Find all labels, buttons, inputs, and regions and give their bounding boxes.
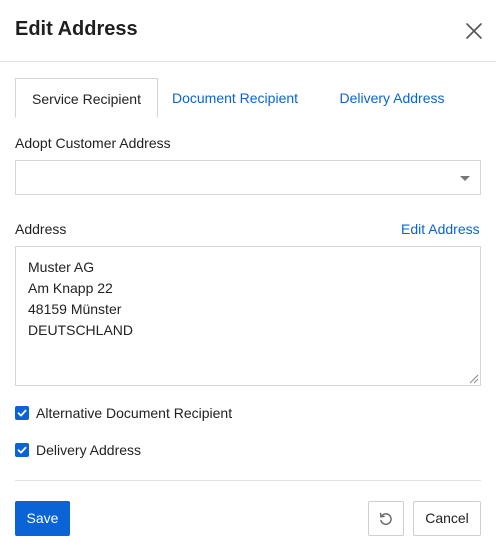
cancel-button[interactable]: Cancel — [413, 501, 481, 536]
address-line: Muster AG — [28, 259, 95, 275]
close-icon — [466, 23, 482, 39]
tab-delivery-address[interactable]: Delivery Address — [331, 78, 453, 118]
edit-address-dialog: Edit Address Service Recipient Document … — [0, 0, 496, 551]
address-line: 48159 Münster — [28, 301, 122, 317]
chevron-down-icon — [460, 176, 470, 181]
tab-bar: Service Recipient Document Recipient Del… — [15, 78, 481, 118]
checkbox-label: Delivery Address — [36, 442, 142, 458]
address-line: DEUTSCHLAND — [28, 322, 134, 338]
dialog-title: Edit Address — [15, 18, 138, 40]
reset-icon — [379, 512, 392, 525]
tab-document-recipient[interactable]: Document Recipient — [165, 78, 305, 118]
address-textarea[interactable]: Muster AG Am Knapp 22 48159 Münster DEUT… — [15, 246, 481, 386]
footer-divider — [15, 480, 481, 481]
dialog-header: Edit Address — [0, 0, 496, 62]
checkbox-label: Alternative Document Recipient — [36, 405, 233, 421]
edit-address-link[interactable]: Edit Address — [401, 221, 480, 237]
tab-service-recipient[interactable]: Service Recipient — [15, 78, 158, 118]
resize-handle-icon[interactable] — [467, 372, 479, 384]
close-button[interactable] — [462, 19, 486, 43]
address-label: Address — [15, 221, 67, 237]
checkbox-checked-icon — [15, 406, 29, 420]
adopt-customer-address-label: Adopt Customer Address — [15, 135, 171, 151]
checkbox-checked-icon — [15, 443, 29, 457]
adopt-customer-address-select[interactable] — [15, 160, 481, 195]
reset-button[interactable] — [368, 501, 404, 536]
save-button[interactable]: Save — [15, 501, 70, 536]
address-line: Am Knapp 22 — [28, 280, 113, 296]
